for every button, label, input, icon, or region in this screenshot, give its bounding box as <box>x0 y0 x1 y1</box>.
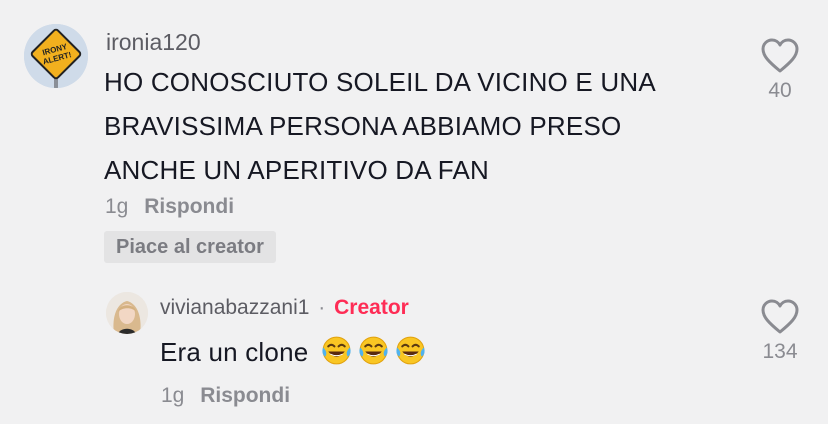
comment-username[interactable]: ironia120 <box>106 29 201 56</box>
avatar-ironia120[interactable]: IRONY ALERT! <box>24 24 88 88</box>
reply-button[interactable]: Rispondi <box>144 195 234 218</box>
reply-username[interactable]: vivianabazzani1 <box>160 296 309 319</box>
face-with-tears-of-joy-icon <box>322 336 351 365</box>
face-with-tears-of-joy-icon <box>359 336 388 365</box>
comment-text-line: ANCHE UN APERITIVO DA FAN <box>104 155 489 185</box>
profile-photo-icon <box>106 292 148 334</box>
reply-header: vivianabazzani1 · Creator <box>160 296 409 320</box>
reply-like-button[interactable] <box>761 299 799 340</box>
avatar-vivianabazzani1[interactable] <box>106 292 148 334</box>
like-button[interactable] <box>761 38 799 79</box>
heart-icon <box>761 38 799 73</box>
comment-text-line: HO CONOSCIUTO SOLEIL DA VICINO E UNA <box>104 67 656 97</box>
comment-age: 1g <box>105 195 129 218</box>
liked-by-creator-badge: Piace al creator <box>104 231 276 263</box>
irony-alert-sign-icon: IRONY ALERT! <box>24 24 88 88</box>
comment-text: HO CONOSCIUTO SOLEIL DA VICINO E UNA BRA… <box>104 60 744 192</box>
face-with-tears-of-joy-icon <box>396 336 425 365</box>
reply-meta: 1g Rispondi <box>161 384 290 408</box>
comment-text-line: BRAVISSIMA PERSONA ABBIAMO PRESO <box>104 111 622 141</box>
comment-meta: 1g Rispondi <box>105 195 234 219</box>
reply-text: Era un clone <box>160 330 427 374</box>
reply-like-count: 134 <box>762 340 798 363</box>
separator-dot: · <box>318 296 326 319</box>
heart-icon <box>761 299 799 334</box>
reply-age: 1g <box>161 384 185 407</box>
reply-reply-button[interactable]: Rispondi <box>200 384 290 407</box>
reply-text-content: Era un clone <box>160 337 309 367</box>
like-count: 40 <box>768 79 792 102</box>
creator-badge: Creator <box>334 296 409 319</box>
